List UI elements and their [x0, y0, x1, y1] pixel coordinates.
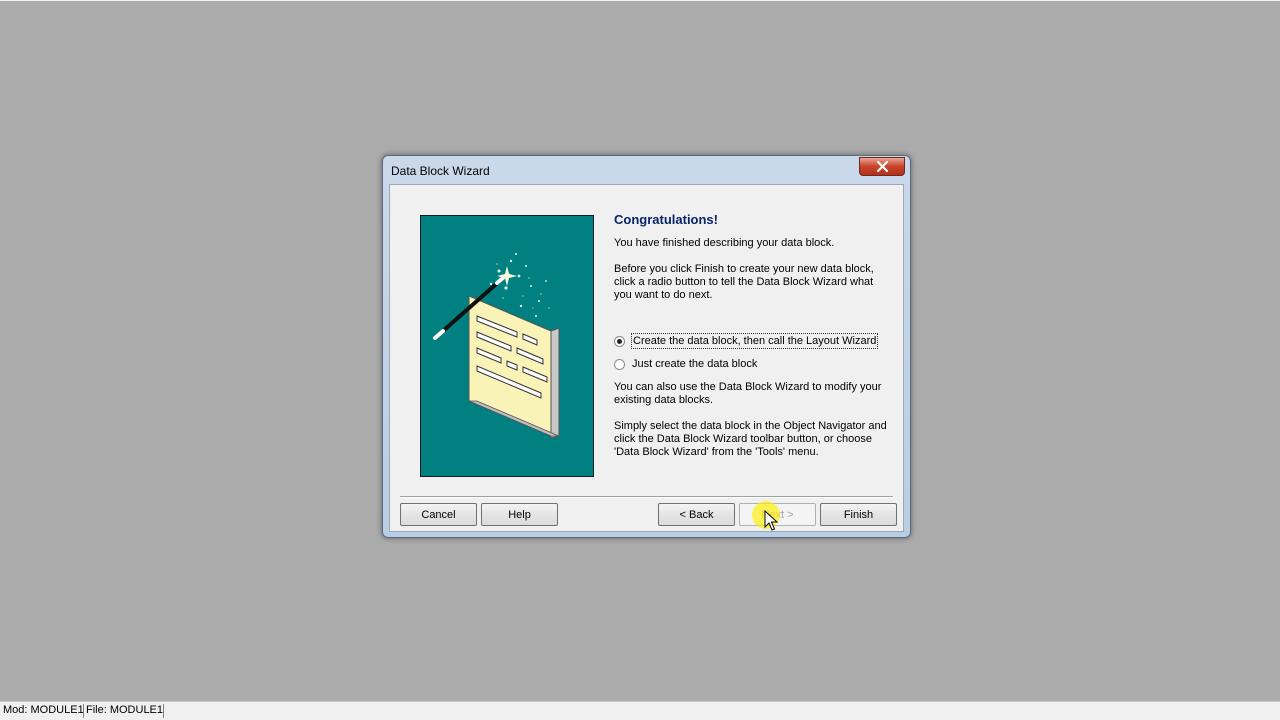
button-separator: [400, 496, 893, 498]
select-text: Simply select the data block in the Obje…: [614, 420, 887, 458]
finish-button[interactable]: Finish: [820, 503, 897, 526]
status-divider: [163, 704, 164, 718]
dialog-title: Data Block Wizard: [391, 164, 490, 178]
instruction-text: Before you click Finish to create your n…: [614, 263, 874, 301]
status-module: Mod: MODULE1: [3, 704, 84, 716]
status-file: File: MODULE1: [86, 704, 164, 716]
magic-wand-form-icon: [433, 253, 560, 439]
modify-text: You can also use the Data Block Wizard t…: [614, 381, 882, 406]
radio-label-just-create[interactable]: Just create the data block: [631, 357, 758, 371]
wizard-illustration: [420, 215, 594, 477]
radio-label-create-and-layout[interactable]: Create the data block, then call the Lay…: [631, 333, 879, 349]
radio-button-unchecked[interactable]: [614, 358, 625, 370]
congratulations-heading: Congratulations!: [614, 212, 718, 227]
finished-text: You have finished describing your data b…: [614, 237, 835, 249]
back-button[interactable]: < Back: [658, 503, 735, 526]
status-bar: Mod: MODULE1 File: MODULE1: [0, 701, 1280, 720]
radio-create-and-layout[interactable]: Create the data block, then call the Lay…: [614, 333, 879, 349]
close-button[interactable]: [859, 157, 905, 176]
data-block-wizard-dialog: Data Block Wizard Congratulations! You h…: [382, 155, 911, 538]
cancel-button[interactable]: Cancel: [400, 503, 477, 526]
radio-button-checked[interactable]: [614, 335, 625, 347]
dialog-titlebar[interactable]: Data Block Wizard: [383, 156, 910, 184]
mouse-pointer-icon: [764, 510, 778, 531]
status-divider: [83, 704, 84, 718]
screen-top-edge: [0, 0, 1280, 1]
help-button[interactable]: Help: [481, 503, 558, 526]
radio-just-create[interactable]: Just create the data block: [614, 356, 758, 372]
close-icon: [877, 161, 888, 172]
dialog-content: Congratulations! You have finished descr…: [389, 184, 904, 532]
